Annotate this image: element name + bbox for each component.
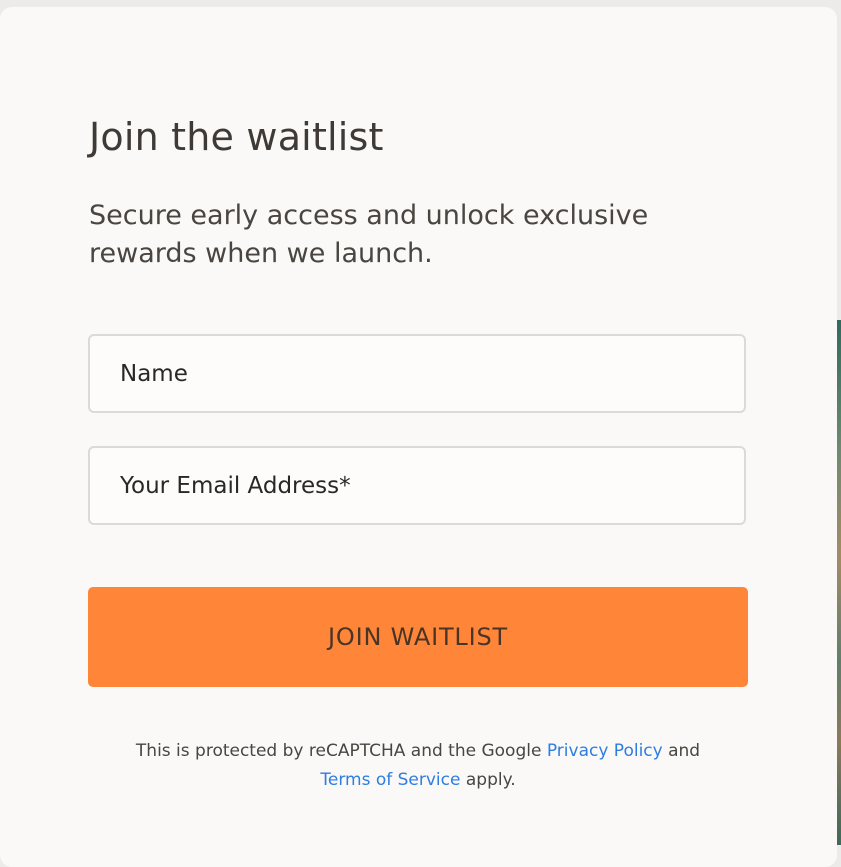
- privacy-policy-link[interactable]: Privacy Policy: [547, 741, 663, 761]
- terms-of-service-link[interactable]: Terms of Service: [320, 770, 460, 790]
- legal-prefix: This is protected by reCAPTCHA and the G…: [135, 741, 542, 761]
- page-title: Join the waitlist: [89, 115, 384, 159]
- legal-suffix: apply.: [465, 770, 516, 790]
- page-subtitle: Secure early access and unlock exclusive…: [89, 200, 649, 269]
- join-waitlist-button[interactable]: JOIN WAITLIST: [88, 587, 748, 687]
- email-input[interactable]: [88, 446, 746, 525]
- recaptcha-notice: This is protected by reCAPTCHA and the G…: [88, 737, 748, 795]
- waitlist-card: Join the waitlist Secure early access an…: [0, 7, 837, 867]
- name-input[interactable]: [88, 334, 746, 413]
- legal-middle: and: [668, 741, 701, 761]
